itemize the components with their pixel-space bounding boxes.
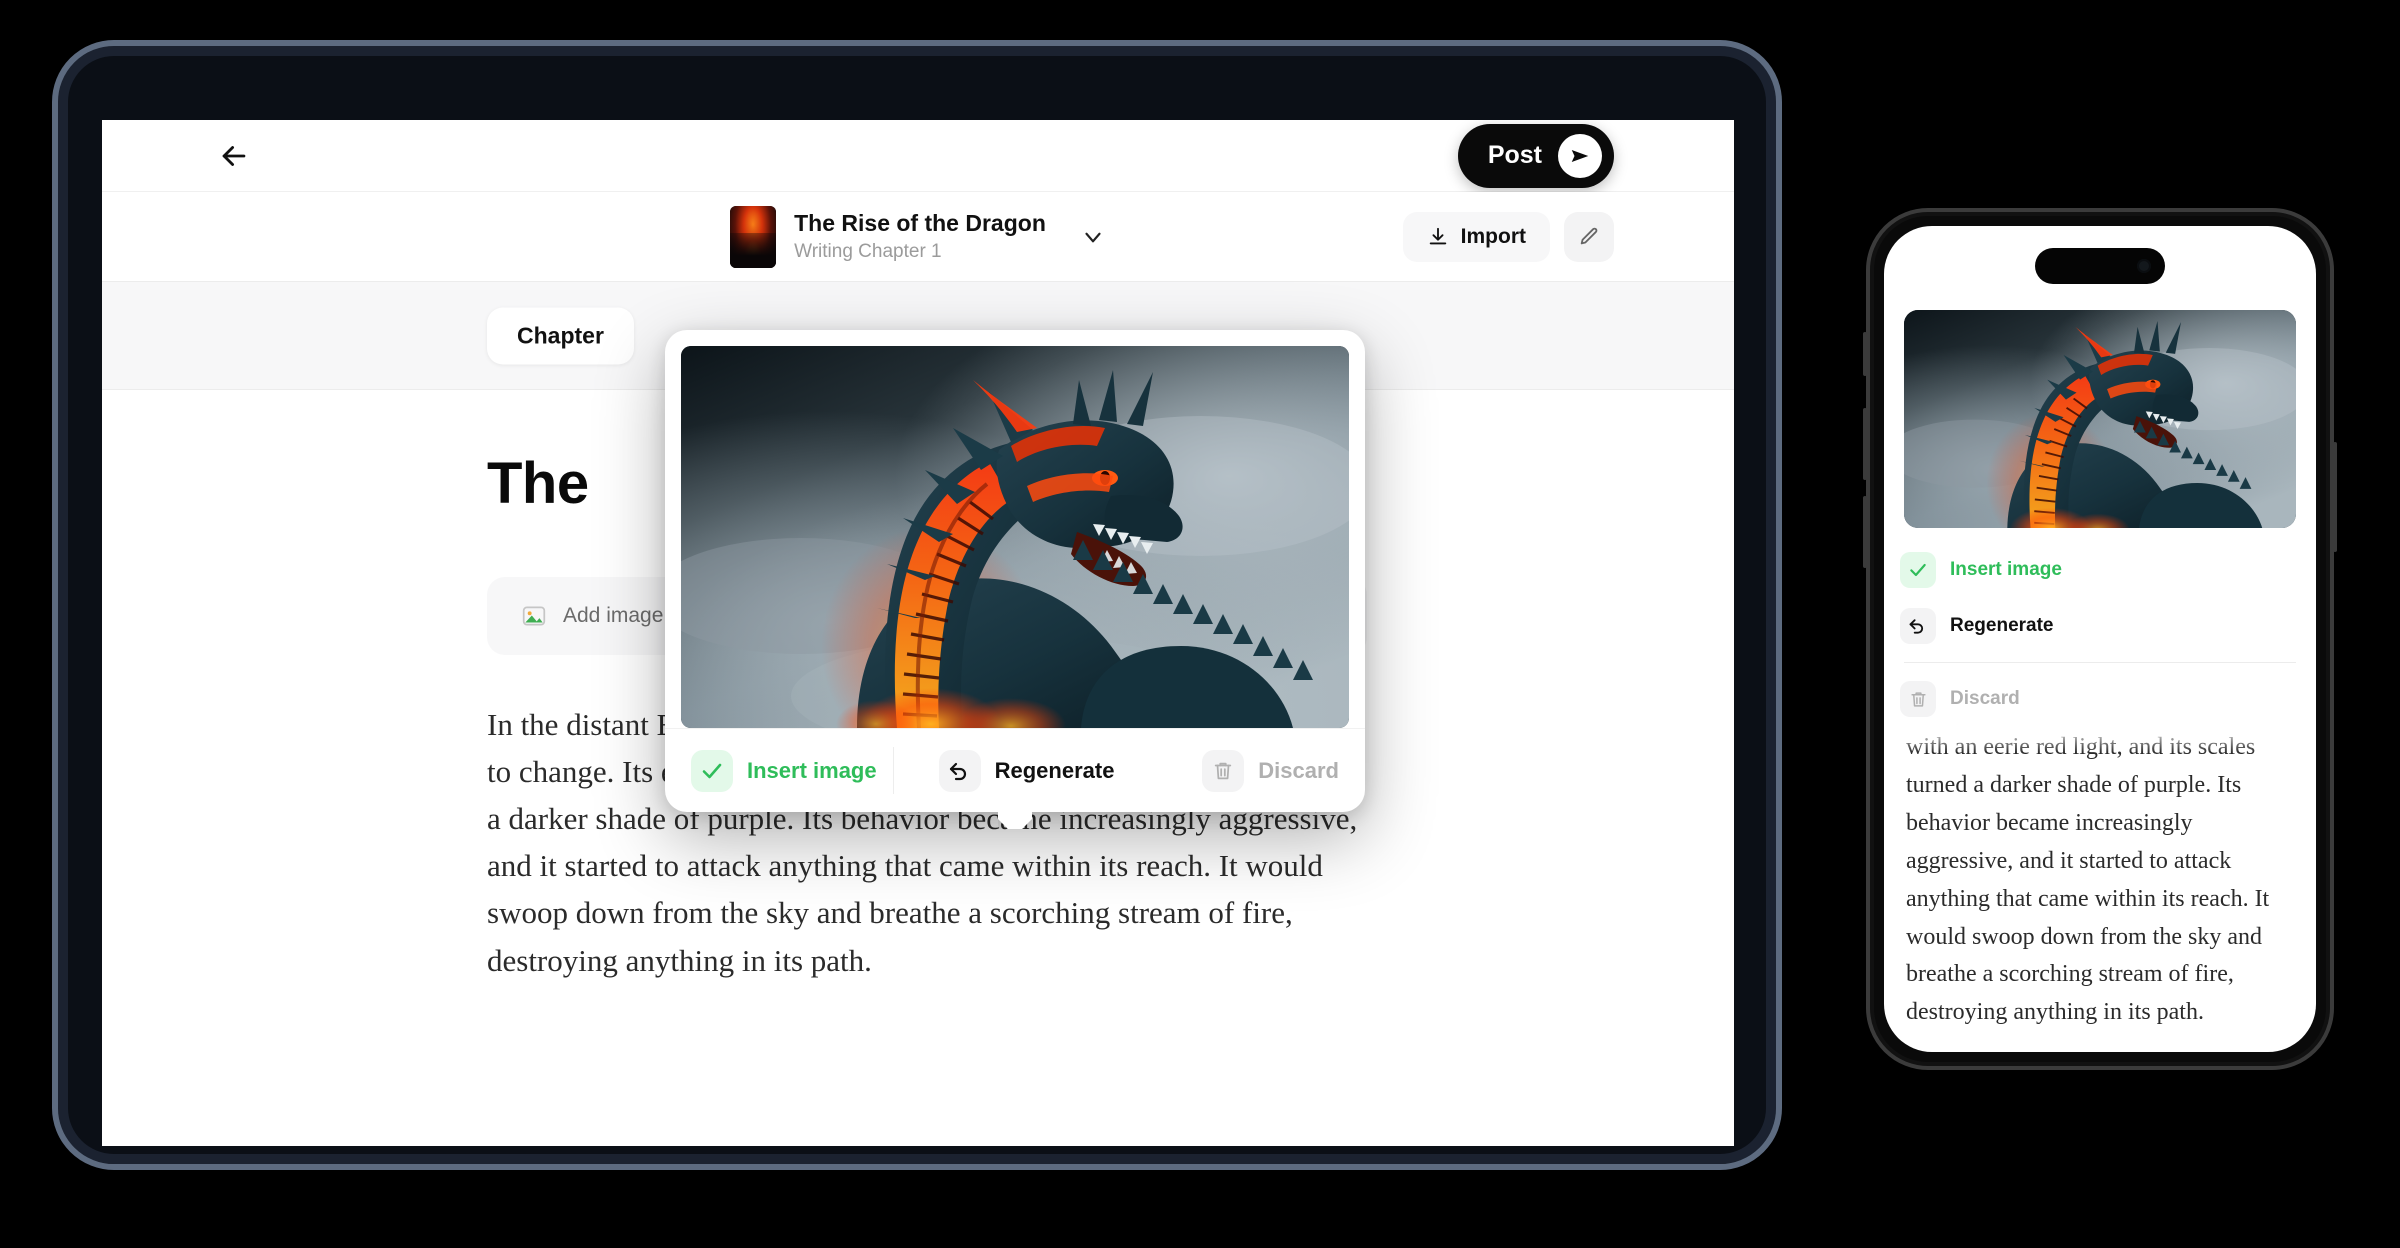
regenerate-label: Regenerate	[1950, 615, 2054, 636]
check-icon	[691, 749, 733, 792]
regenerate-label: Regenerate	[994, 757, 1115, 783]
regenerate-button[interactable]: Regenerate	[1900, 598, 2300, 654]
phone-document-body[interactable]: with an eerie red light, and its scales …	[1884, 727, 2316, 1032]
dynamic-island	[2035, 248, 2165, 284]
download-icon	[1427, 226, 1449, 248]
canvas: Post The Rise of the Dragon Writing Chap…	[0, 0, 2400, 1248]
phone-volume-up-button[interactable]	[1863, 408, 1867, 480]
insert-image-label: Insert image	[1950, 559, 2062, 580]
phone-device-frame: Insert image Regenerate Discard turned a…	[1863, 208, 2337, 1070]
undo-icon	[1900, 608, 1936, 644]
phone-power-button[interactable]	[2333, 442, 2337, 552]
edit-button[interactable]	[1564, 211, 1614, 262]
tablet-top-bar: Post	[102, 120, 1734, 192]
tab-chapter[interactable]: Chapter	[487, 307, 634, 364]
send-icon	[1558, 133, 1602, 178]
generated-image[interactable]	[1904, 310, 2296, 528]
discard-label: Discard	[1258, 757, 1339, 783]
popover-action-bar: Insert image Regenerate Discard	[665, 728, 1365, 812]
trash-icon	[1900, 681, 1936, 717]
undo-icon	[938, 749, 981, 792]
regenerate-button[interactable]: Regenerate	[938, 749, 1115, 792]
phone-body-text: with an eerie red light, and its scales …	[1906, 734, 2270, 1026]
popover-image-container	[665, 330, 1365, 728]
document-title: The Rise of the Dragon	[794, 210, 1046, 237]
pencil-icon	[1578, 226, 1600, 248]
insert-image-label: Insert image	[747, 757, 877, 783]
discard-button[interactable]: Discard	[1900, 671, 2300, 727]
discard-button[interactable]: Discard	[1202, 749, 1339, 792]
post-button-label: Post	[1487, 141, 1542, 169]
generated-image[interactable]	[681, 346, 1349, 728]
add-image-label: Add image	[563, 604, 664, 627]
import-button-label: Import	[1460, 224, 1526, 248]
import-button[interactable]: Import	[1402, 211, 1550, 262]
insert-image-button[interactable]: Insert image	[1900, 542, 2300, 598]
book-cover-thumbnail	[730, 205, 777, 268]
back-button[interactable]	[212, 134, 256, 178]
phone-mute-switch[interactable]	[1863, 332, 1867, 376]
phone-screen: Insert image Regenerate Discard turned a…	[1884, 226, 2316, 1052]
chevron-down-icon[interactable]	[1080, 224, 1106, 250]
document-meta[interactable]: The Rise of the Dragon Writing Chapter 1	[730, 205, 1106, 268]
popover-pointer	[998, 811, 1032, 829]
post-button[interactable]: Post	[1457, 123, 1614, 188]
insert-image-button[interactable]: Insert image	[691, 749, 877, 792]
document-header-actions: Import	[1402, 211, 1614, 262]
document-header-bar: The Rise of the Dragon Writing Chapter 1	[102, 192, 1734, 282]
image-preview-popover: Insert image Regenerate Discard	[665, 330, 1365, 812]
phone-volume-down-button[interactable]	[1863, 496, 1867, 568]
trash-icon	[1202, 749, 1245, 792]
action-divider	[1904, 662, 2296, 663]
tablet-device-frame: Post The Rise of the Dragon Writing Chap…	[52, 40, 1782, 1170]
add-image-left: Add image	[521, 603, 663, 629]
check-icon	[1900, 552, 1936, 588]
discard-label: Discard	[1950, 688, 2020, 709]
arrow-left-icon	[222, 145, 246, 166]
front-camera-icon	[2137, 259, 2151, 273]
image-icon	[521, 603, 547, 629]
action-divider	[893, 747, 894, 794]
document-titles: The Rise of the Dragon Writing Chapter 1	[794, 210, 1046, 262]
tablet-screen: Post The Rise of the Dragon Writing Chap…	[102, 120, 1734, 1146]
document-subtitle: Writing Chapter 1	[794, 240, 942, 262]
phone-action-list: Insert image Regenerate Discard	[1884, 528, 2316, 727]
text-fade-overlay	[1884, 727, 2316, 753]
